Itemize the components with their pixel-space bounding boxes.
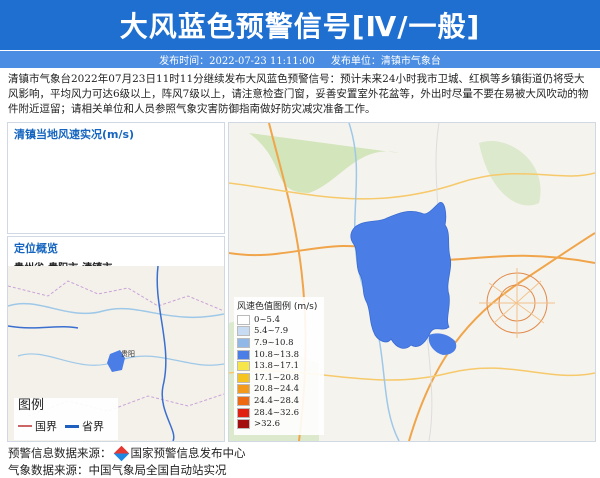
country-border-swatch <box>18 425 32 427</box>
warning-map-panel: 风速色值图例 (m/s) 0~5.4 5.4~7.9 7.9~10.8 10.8~13… <box>228 122 596 442</box>
legend-swatch <box>237 419 250 430</box>
header-banner: 大风蓝色预警信号[Ⅳ/一般] <box>0 0 600 50</box>
legend-label: 20.8~24.4 <box>254 384 299 395</box>
legend-item: 24.4~28.4 <box>234 395 324 407</box>
legend-label: 17.1~20.8 <box>254 372 299 383</box>
legend-label: 28.4~32.6 <box>254 407 299 418</box>
legend-item: 5.4~7.9 <box>234 326 324 338</box>
legend-swatch <box>237 361 250 372</box>
warning-description: 清镇市气象台2022年07月23日11时11分继续发布大风蓝色预警信号：预计未来… <box>8 73 589 115</box>
wind-speed-legend: 风速色值图例 (m/s) 0~5.4 5.4~7.9 7.9~10.8 10.8~13… <box>234 297 324 435</box>
publish-time: 发布时间：2022-07-23 11:11:00 <box>159 56 315 67</box>
wind-speed-panel: 清镇当地风速实况(m/s) <box>7 122 225 234</box>
legend-label: 13.8~17.1 <box>254 361 299 372</box>
legend-item: 13.8~17.1 <box>234 360 324 372</box>
province-border-swatch <box>65 424 79 428</box>
source-label: 预警信息数据来源： <box>8 446 112 460</box>
warning-source: 预警信息数据来源： 国家预警信息发布中心 <box>8 445 246 461</box>
legend-item: 28.4~32.6 <box>234 407 324 419</box>
wind-legend-title: 风速色值图例 (m/s) <box>237 302 318 312</box>
legend-swatch <box>237 407 250 418</box>
publish-info-bar: 发布时间：2022-07-23 11:11:00 发布单位：清镇市气象台 <box>0 51 600 68</box>
warning-center-logo-icon <box>113 445 129 461</box>
legend-item: 20.8~24.4 <box>234 384 324 396</box>
legend-item: 7.9~10.8 <box>234 337 324 349</box>
legend-swatch <box>237 337 250 348</box>
province-border-label: 省界 <box>82 420 104 433</box>
legend-swatch <box>237 384 250 395</box>
legend-label: 7.9~10.8 <box>254 337 294 348</box>
legend-swatch <box>237 326 250 337</box>
legend-label: >32.6 <box>254 419 281 430</box>
legend-swatch <box>237 349 250 360</box>
legend-item: >32.6 <box>234 418 324 430</box>
source-name[interactable]: 国家预警信息发布中心 <box>131 445 246 461</box>
boundary-legend: 图例 国界 省界 <box>14 398 118 440</box>
legend-item: 10.8~13.8 <box>234 349 324 361</box>
guiyang-label: 贵阳 <box>121 349 135 358</box>
legend-label: 0~5.4 <box>254 314 281 325</box>
warning-title: 大风蓝色预警信号[Ⅳ/一般] <box>119 10 481 43</box>
wind-panel-title: 清镇当地风速实况(m/s) <box>14 128 135 141</box>
legend-label: 5.4~7.9 <box>254 326 289 337</box>
legend-item: 0~5.4 <box>234 314 324 326</box>
boundary-legend-title: 图例 <box>18 398 45 413</box>
data-source: 气象数据来源：中国气象局全国自动站实况 <box>8 463 227 477</box>
publisher: 发布单位：清镇市气象台 <box>330 56 441 67</box>
country-border-label: 国界 <box>35 420 57 433</box>
legend-swatch <box>237 314 250 325</box>
legend-swatch <box>237 372 250 383</box>
legend-swatch <box>237 395 250 406</box>
legend-label: 24.4~28.4 <box>254 395 299 406</box>
location-panel-title: 定位概览 <box>14 242 58 255</box>
legend-label: 10.8~13.8 <box>254 349 299 360</box>
legend-item: 17.1~20.8 <box>234 372 324 384</box>
